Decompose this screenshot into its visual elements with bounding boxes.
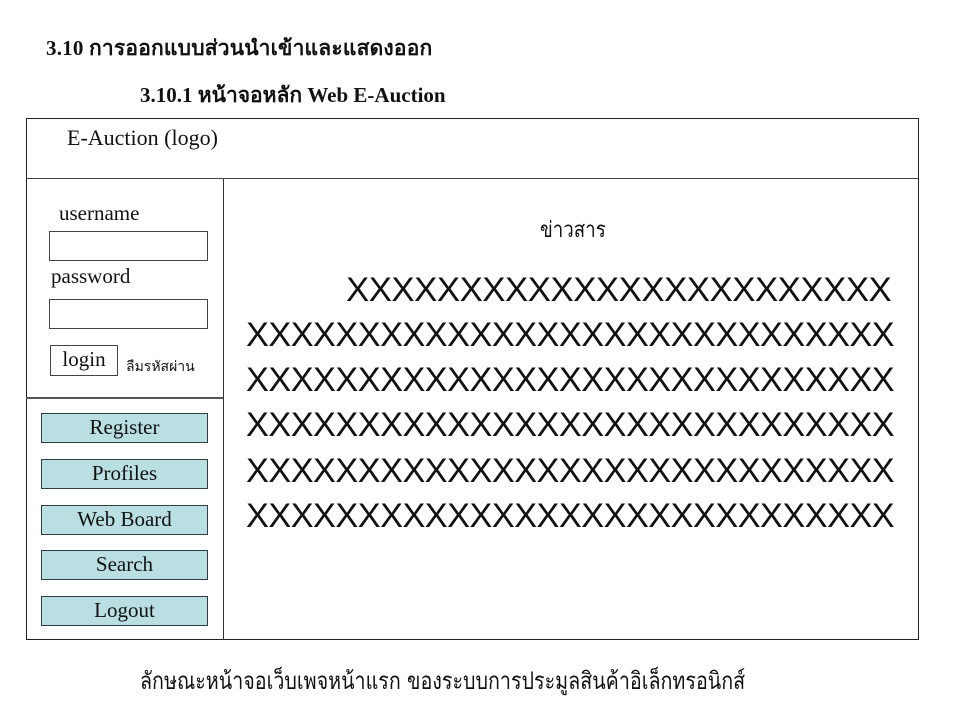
- web-board-button[interactable]: Web Board: [41, 505, 208, 535]
- subsection-heading: 3.10.1 หน้าจอหลัก Web E-Auction: [140, 83, 446, 107]
- search-button[interactable]: Search: [41, 550, 208, 580]
- news-placeholder-line: XXXXXXXXXXXXXXXXXXXXXXXXXXXXX: [245, 406, 895, 444]
- username-label: username: [59, 201, 140, 225]
- register-button[interactable]: Register: [41, 413, 208, 443]
- username-input[interactable]: [49, 231, 208, 261]
- logout-button[interactable]: Logout: [41, 596, 208, 626]
- news-placeholder-line: XXXXXXXXXXXXXXXXXXXXXXXXXXXXX: [245, 316, 895, 354]
- figure-caption: ลักษณะหน้าจอเว็บเพจหน้าแรก ของระบบการประ…: [140, 667, 746, 695]
- sidebar-divider: [223, 179, 224, 640]
- forgot-password-link[interactable]: ลืมรหัสผ่าน: [126, 356, 195, 378]
- header-divider: [26, 178, 919, 179]
- password-input[interactable]: [49, 299, 208, 329]
- login-button[interactable]: login: [50, 345, 118, 376]
- news-placeholder-line: XXXXXXXXXXXXXXXXXXXXXXXXXXXXX: [245, 497, 895, 535]
- password-label: password: [51, 264, 131, 288]
- news-placeholder-line: XXXXXXXXXXXXXXXXXXXXXXXXXXXXX: [245, 361, 895, 399]
- news-placeholder-line: XXXXXXXXXXXXXXXXXXXXXXXXXXXXX: [245, 452, 895, 490]
- section-heading: 3.10 การออกแบบส่วนนำเข้าและแสดงออก: [46, 36, 433, 60]
- news-placeholder-line: XXXXXXXXXXXXXXXXXXXXXXXX: [345, 271, 892, 309]
- site-logo[interactable]: E-Auction (logo): [67, 125, 218, 151]
- news-title: ข่าวสาร: [540, 218, 606, 243]
- profiles-button[interactable]: Profiles: [41, 459, 208, 489]
- login-menu-divider: [26, 397, 223, 399]
